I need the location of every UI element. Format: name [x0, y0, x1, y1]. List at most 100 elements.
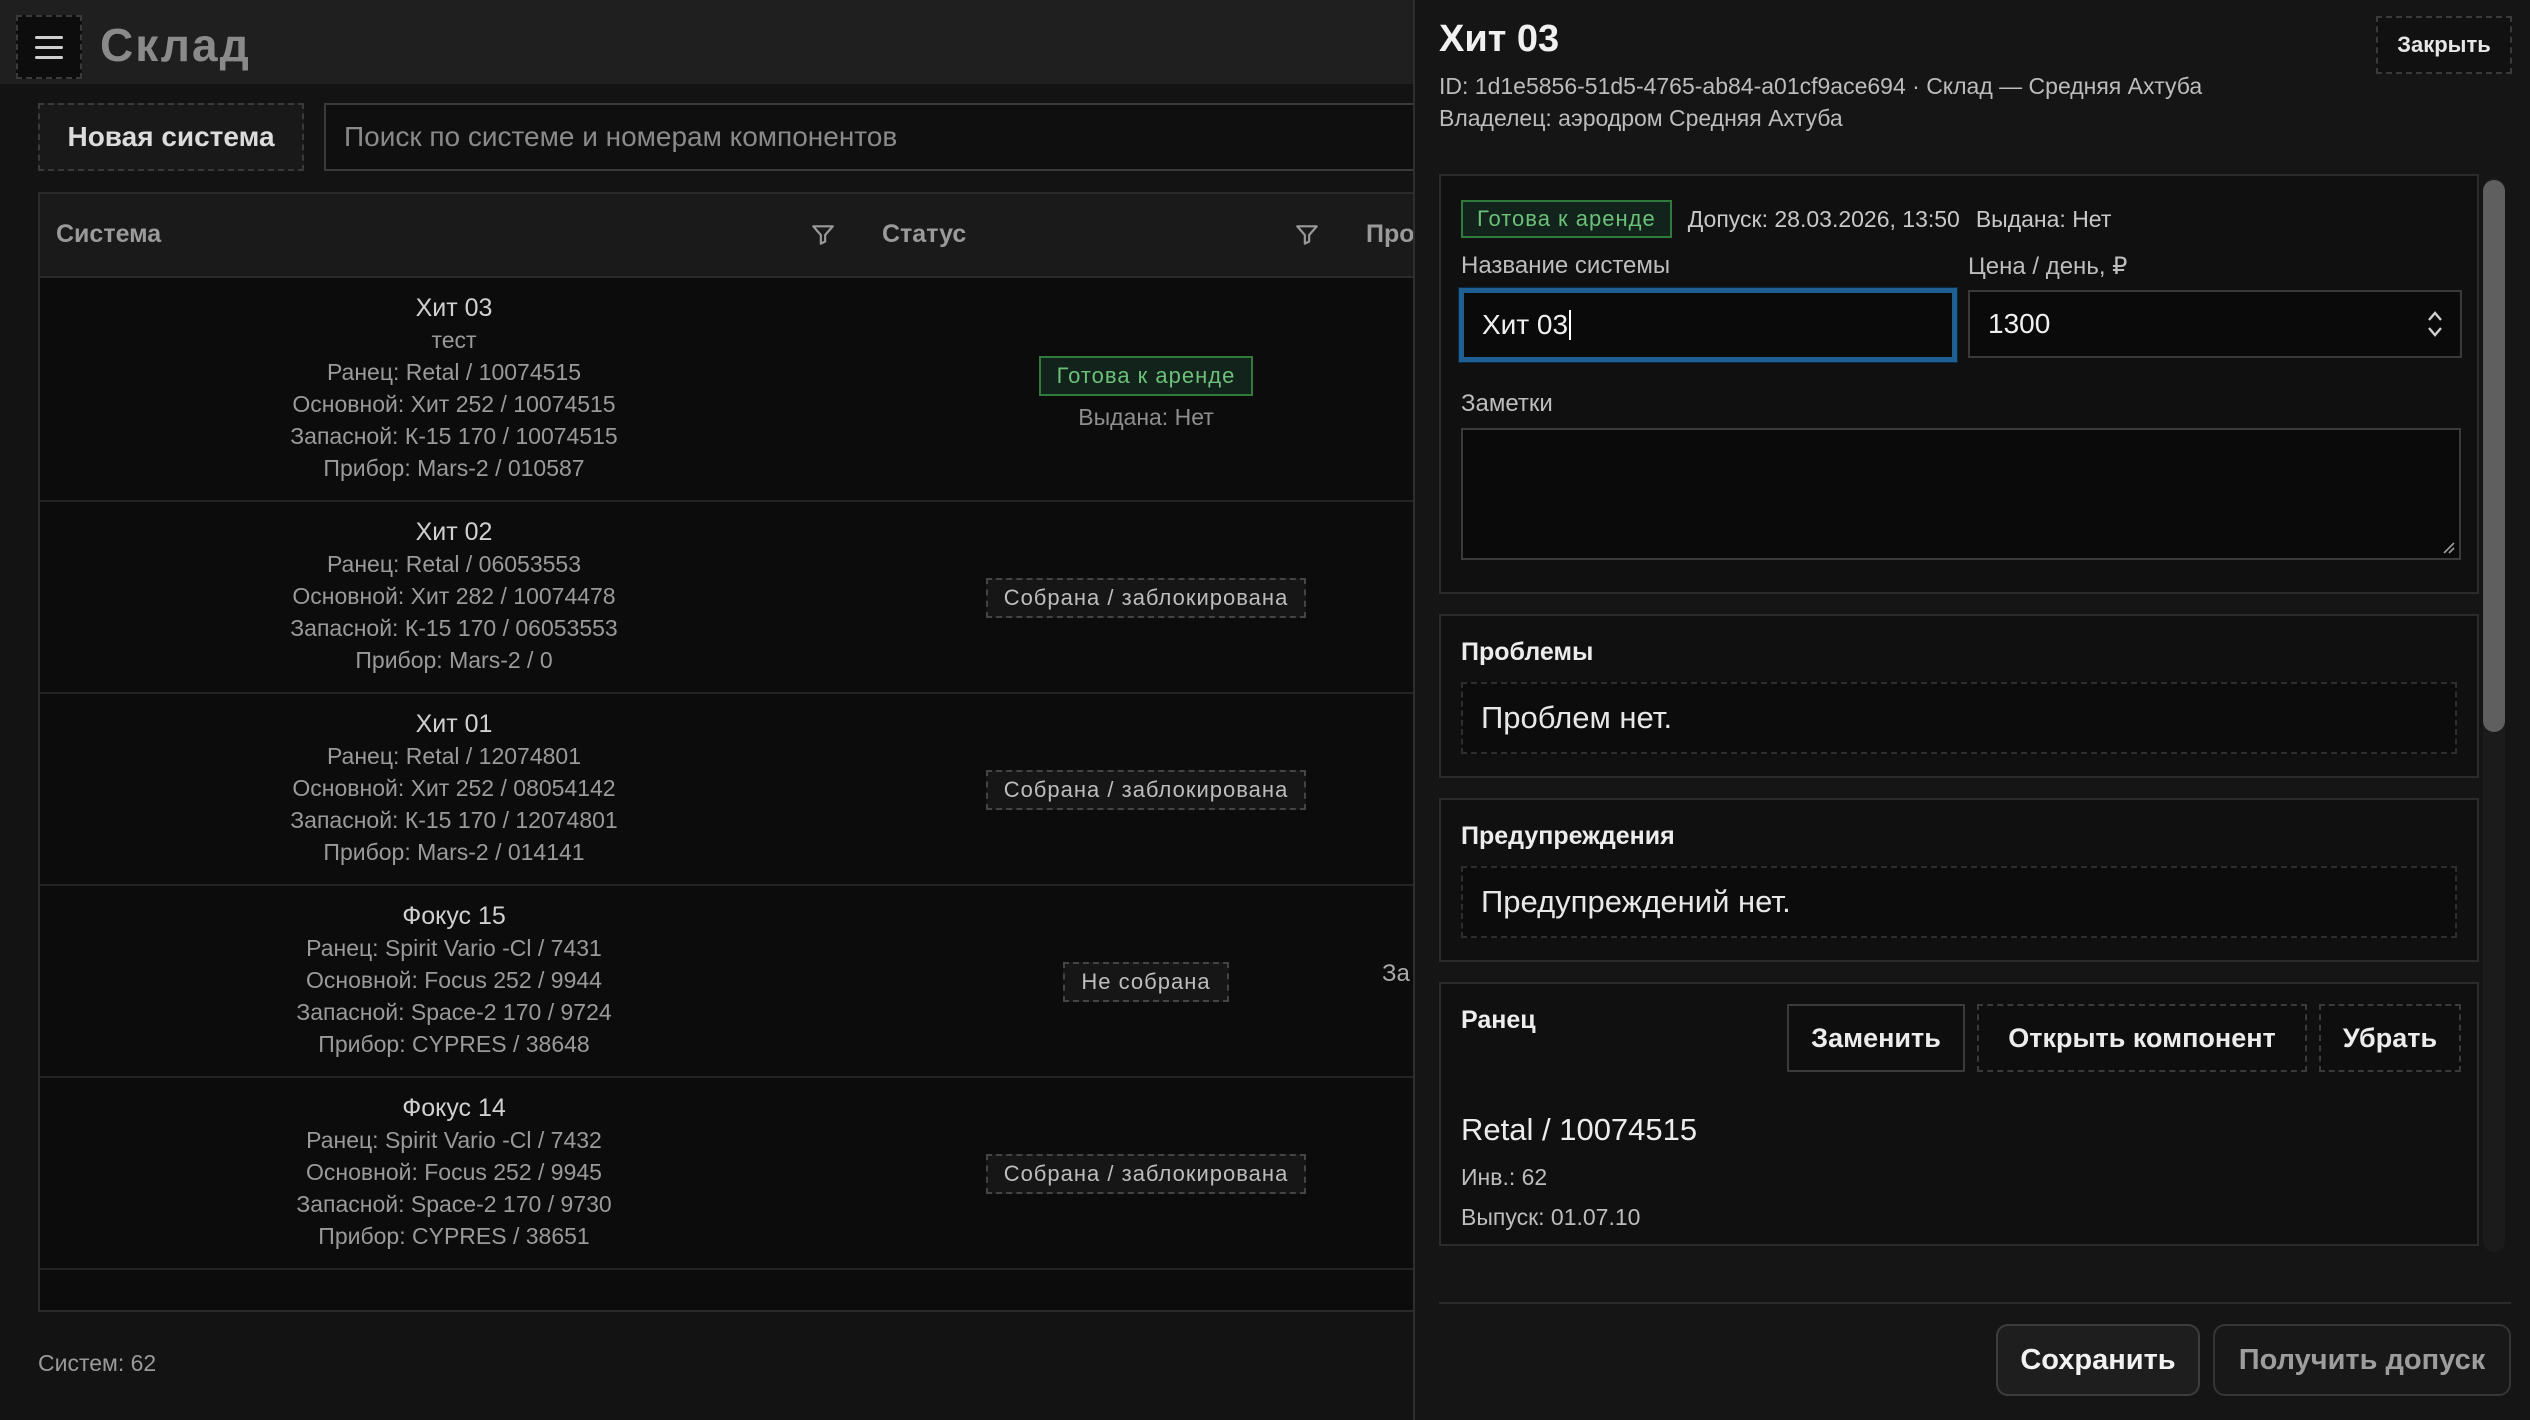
save-button[interactable]: Сохранить [1996, 1324, 2200, 1396]
component-release-date: Выпуск: 01.07.10 [1461, 1204, 1641, 1230]
table-row[interactable]: Фокус 14 Ранец: Spirit Vario -Cl / 7432 … [40, 1078, 1416, 1270]
system-note: тест [431, 327, 477, 353]
component-title: Ранец [1461, 1006, 1536, 1034]
system-component-line: Основной: Хит 252 / 08054142 [292, 775, 616, 801]
status-cell: Собрана / заблокирована [868, 578, 1416, 618]
system-name: Хит 02 [415, 518, 493, 546]
price-value: 1300 [1988, 308, 2051, 339]
system-name: Хит 01 [415, 710, 493, 738]
system-name-value: Хит 03 [1482, 309, 1569, 340]
search-input[interactable] [324, 103, 1424, 171]
status-cell: Собрана / заблокирована [868, 770, 1416, 810]
status-cell: Готова к аренде Выдана: Нет [868, 356, 1416, 431]
column-header-problems[interactable]: Про [1366, 220, 1415, 249]
price-label: Цена / день, ₽ [1968, 253, 2128, 280]
hamburger-menu-icon[interactable] [16, 15, 82, 79]
system-component-line: Ранец: Retal / 10074515 [326, 359, 581, 385]
system-component-line: Запасной: К-15 170 / 10074515 [290, 423, 618, 449]
systems-table: Система Статус Про Хит 03 тест Ранец: Re… [38, 192, 1418, 1312]
table-row[interactable]: Хит 03 тест Ранец: Retal / 10074515 Осно… [40, 278, 1416, 502]
status-badge: Готова к аренде [1038, 356, 1254, 396]
owner-line: Владелец: аэродром Средняя Ахтуба [1439, 105, 1843, 131]
text-caret [1569, 310, 1572, 340]
system-cell: Хит 03 тест Ранец: Retal / 10074515 Осно… [40, 292, 868, 484]
system-name: Хит 03 [415, 294, 493, 322]
system-component-line: Прибор: Mars-2 / 014141 [323, 839, 585, 865]
problems-cell-peek: За [1382, 960, 1410, 987]
issued-text: Выдана: Нет [1975, 205, 2112, 232]
top-bar: Склад [0, 0, 1413, 84]
problems-title: Проблемы [1461, 638, 1594, 666]
component-name: Retal / 10074515 [1461, 1112, 1698, 1147]
system-id-line: ID: 1d1e5856-51d5-4765-ab84-a01cf9ace694… [1439, 73, 2203, 99]
system-component-line: Прибор: Mars-2 / 0 [355, 647, 553, 673]
status-badge: Готова к аренде [1461, 200, 1672, 238]
system-component-line: Ранец: Spirit Vario -Cl / 7432 [306, 1127, 602, 1153]
issued-text: Выдана: Нет [1078, 404, 1214, 430]
system-cell: Фокус 14 Ранец: Spirit Vario -Cl / 7432 … [40, 1092, 868, 1252]
remove-component-button[interactable]: Убрать [2319, 1004, 2461, 1072]
component-inventory: Инв.: 62 [1461, 1164, 1548, 1190]
system-cell: Хит 02 Ранец: Retal / 06053553 Основной:… [40, 516, 868, 676]
get-permit-button[interactable]: Получить допуск [2213, 1324, 2511, 1396]
system-component-line: Основной: Хит 282 / 10074478 [292, 583, 616, 609]
replace-component-button[interactable]: Заменить [1787, 1004, 1965, 1072]
system-form-card: Готова к аренде Допуск: 28.03.2026, 13:5… [1439, 174, 2479, 594]
drawer-scrollbar-thumb[interactable] [2483, 180, 2505, 732]
permit-text: Допуск: 28.03.2026, 13:50 [1687, 205, 1960, 232]
drawer-title: Хит 03 [1439, 18, 1560, 60]
system-cell: Хит 01 Ранец: Retal / 12074801 Основной:… [40, 708, 868, 868]
system-component-line: Ранец: Retal / 12074801 [326, 743, 581, 769]
system-component-line: Прибор: Mars-2 / 010587 [323, 455, 585, 481]
notes-textarea[interactable] [1461, 428, 2461, 560]
system-component-line: Основной: Хит 252 / 10074515 [292, 391, 616, 417]
app-title: Склад [100, 19, 251, 71]
system-component-line: Ранец: Retal / 06053553 [326, 551, 581, 577]
problems-card: Проблемы Проблем нет. [1439, 614, 2479, 778]
system-name: Фокус 15 [402, 902, 506, 930]
close-button[interactable]: Закрыть [2376, 16, 2512, 74]
status-cell: Собрана / заблокирована [868, 1154, 1416, 1194]
system-component-line: Запасной: К-15 170 / 12074801 [290, 807, 618, 833]
column-header-status[interactable]: Статус [882, 220, 966, 249]
new-system-button[interactable]: Новая система [38, 103, 304, 171]
status-cell: Не собрана [868, 962, 1416, 1002]
column-header-system[interactable]: Система [56, 220, 161, 249]
status-badge: Собрана / заблокирована [985, 770, 1307, 810]
system-component-line: Запасной: Space-2 170 / 9730 [296, 1191, 612, 1217]
problems-text: Проблем нет. [1461, 682, 2457, 754]
resize-grip-icon[interactable] [2439, 538, 2455, 554]
system-name-label: Название системы [1461, 252, 1671, 279]
table-row[interactable]: Фокус 15 Ранец: Spirit Vario -Cl / 7431 … [40, 886, 1416, 1078]
system-component-line: Запасной: Space-2 170 / 9724 [296, 999, 612, 1025]
table-row[interactable]: Хит 02 Ранец: Retal / 06053553 Основной:… [40, 502, 1416, 694]
drawer-scroll-area[interactable]: Готова к аренде Допуск: 28.03.2026, 13:5… [1439, 170, 2511, 1250]
notes-label: Заметки [1461, 390, 1553, 417]
systems-count: Систем: 62 [38, 1350, 157, 1376]
stepper-arrows-icon[interactable] [2426, 308, 2444, 340]
table-header: Система Статус Про [40, 194, 1416, 278]
status-badge: Не собрана [1063, 962, 1229, 1002]
system-component-line: Запасной: К-15 170 / 06053553 [290, 615, 618, 641]
system-component-line: Основной: Focus 252 / 9944 [306, 967, 602, 993]
status-badge: Собрана / заблокирована [985, 578, 1307, 618]
system-name: Фокус 14 [402, 1094, 506, 1122]
footer-divider [1439, 1302, 2511, 1304]
system-component-line: Прибор: CYPRES / 38648 [318, 1031, 590, 1057]
warnings-title: Предупреждения [1461, 822, 1675, 850]
system-cell: Фокус 15 Ранец: Spirit Vario -Cl / 7431 … [40, 900, 868, 1060]
price-input[interactable]: 1300 [1968, 290, 2462, 358]
warnings-card: Предупреждения Предупреждений нет. [1439, 798, 2479, 962]
status-badge: Собрана / заблокирована [985, 1154, 1307, 1194]
component-card-container: Ранец Заменить Открыть компонент Убрать … [1439, 982, 2479, 1246]
system-name-input[interactable]: Хит 03 [1459, 288, 1957, 362]
filter-status-icon[interactable] [1294, 222, 1320, 248]
warnings-text: Предупреждений нет. [1461, 866, 2457, 938]
system-component-line: Прибор: CYPRES / 38651 [318, 1223, 590, 1249]
system-details-drawer: Хит 03 ID: 1d1e5856-51d5-4765-ab84-a01cf… [1413, 0, 2530, 1420]
table-row[interactable]: Хит 01 Ранец: Retal / 12074801 Основной:… [40, 694, 1416, 886]
filter-system-icon[interactable] [810, 222, 836, 248]
system-component-line: Ранец: Spirit Vario -Cl / 7431 [306, 935, 602, 961]
open-component-button[interactable]: Открыть компонент [1977, 1004, 2307, 1072]
system-component-line: Основной: Focus 252 / 9945 [306, 1159, 602, 1185]
